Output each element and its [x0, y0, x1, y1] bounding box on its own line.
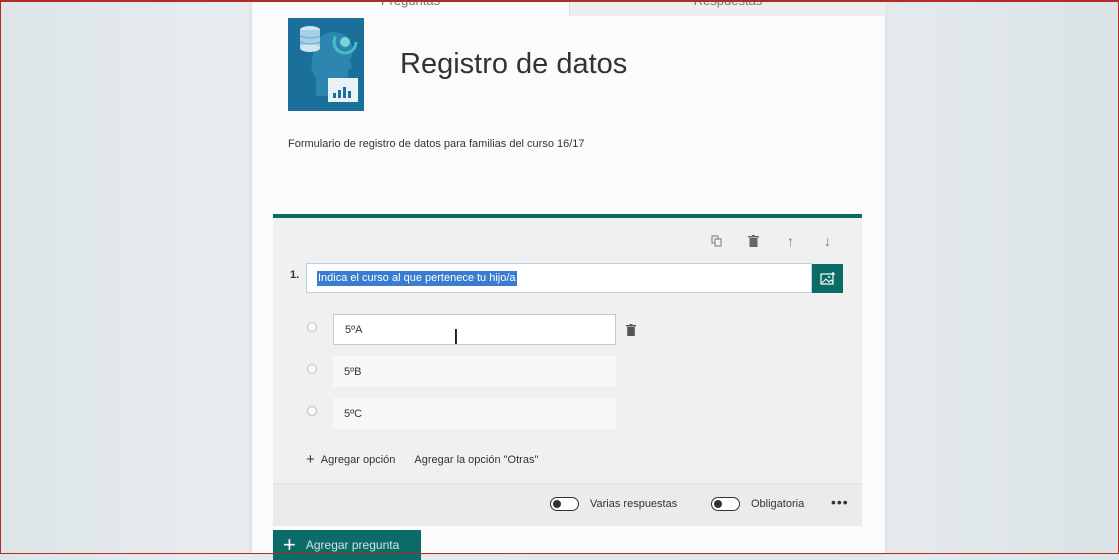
add-option-row: + Agregar opción Agregar la opción "Otra…	[306, 451, 538, 468]
copy-icon[interactable]	[698, 232, 735, 250]
move-down-icon[interactable]: ↓	[809, 232, 846, 250]
insert-media-button[interactable]	[812, 264, 843, 293]
plus-icon: +	[283, 532, 296, 557]
tab-responses[interactable]: Respuestas	[569, 0, 886, 16]
add-option-link[interactable]: Agregar opción	[321, 454, 396, 466]
required-toggle-group: Obligatoria	[711, 497, 804, 511]
add-question-label: Agregar pregunta	[305, 538, 400, 552]
question-title-input[interactable]: Indica el curso al que pertenece tu hijo…	[306, 263, 812, 293]
add-question-button[interactable]: + Agregar pregunta	[273, 530, 421, 560]
delete-icon[interactable]	[735, 232, 772, 250]
form-logo[interactable]	[288, 18, 364, 111]
multiple-answers-toggle-group: Varias respuestas	[550, 497, 677, 511]
form-title[interactable]: Registro de datos	[400, 48, 627, 81]
image-add-icon	[819, 271, 835, 285]
option-radio[interactable]	[307, 406, 317, 416]
question-title-text: Indica el curso al que pertenece tu hijo…	[317, 270, 517, 286]
more-options-icon[interactable]: •••	[831, 494, 849, 510]
option-field[interactable]: 5ºA	[333, 314, 616, 345]
option-radio[interactable]	[307, 364, 317, 374]
multiple-answers-toggle[interactable]	[550, 497, 579, 511]
option-field[interactable]: 5ºC	[333, 398, 616, 429]
plus-icon: +	[306, 451, 315, 468]
form-card: Preguntas Respuestas Registro de datos F…	[252, 0, 886, 560]
text-cursor-icon: I	[453, 325, 459, 349]
form-description[interactable]: Formulario de registro de datos para fam…	[288, 138, 585, 150]
tab-bar: Preguntas Respuestas	[252, 0, 886, 18]
question-card[interactable]: ↑ ↓ 1. Indica el curso al que pertenece …	[273, 214, 862, 526]
head-data-logo-icon	[288, 18, 364, 111]
required-label: Obligatoria	[751, 498, 805, 510]
option-radio[interactable]	[307, 322, 317, 332]
required-toggle[interactable]	[711, 497, 740, 511]
multiple-answers-label: Varias respuestas	[590, 498, 678, 510]
tab-questions[interactable]: Preguntas	[252, 0, 569, 16]
move-up-icon[interactable]: ↑	[772, 232, 809, 250]
delete-option-icon[interactable]	[626, 323, 636, 341]
option-field[interactable]: 5ºB	[333, 356, 616, 387]
question-number: 1.	[290, 269, 300, 281]
add-other-option-link[interactable]: Agregar la opción "Otras"	[414, 454, 538, 466]
question-toolbar: ↑ ↓	[698, 232, 846, 250]
question-footer: Varias respuestas Obligatoria •••	[273, 483, 862, 526]
